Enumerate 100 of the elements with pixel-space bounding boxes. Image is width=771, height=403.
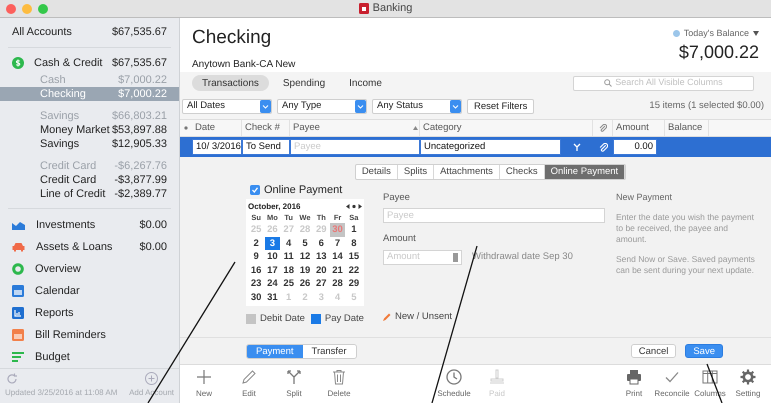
calendar-day[interactable]: 10 [265,250,280,264]
checkbox[interactable] [250,185,260,195]
toolbar-button[interactable]: New [184,368,224,400]
toolbar-button[interactable]: Edit [229,368,269,400]
calendar-day[interactable]: 23 [249,277,264,290]
sidebar-item[interactable]: Cash & Credit [34,54,112,72]
calendar-day[interactable]: 31 [265,290,280,304]
column-header[interactable]: Balance [668,120,702,136]
sidebar-item[interactable]: Bill Reminders [35,326,167,344]
calendar-day[interactable]: 14 [330,250,345,264]
calendar-day[interactable]: 2 [249,236,264,250]
calendar-day[interactable]: 24 [265,277,280,290]
plus-icon [145,372,158,385]
calendar-day[interactable]: 6 [314,236,328,250]
sidebar-item[interactable]: Budget [35,348,167,366]
calendar-icon [12,285,24,297]
mode-tab[interactable]: Transfer [302,344,356,358]
account-amount: -$6,267.76 [114,159,167,174]
sidebar-item[interactable]: All Accounts [12,24,112,40]
column-header[interactable]: Check # [245,120,280,136]
calendar-day[interactable]: 29 [346,277,361,290]
calendar-day[interactable]: 13 [314,250,328,264]
detail-tab[interactable]: Splits [398,165,434,179]
sidebar-item[interactable]: Investments [36,216,140,234]
account-amount: $0.00 [139,240,167,255]
checkbox-label[interactable]: Online Payment [264,182,342,198]
cancel-button[interactable]: Cancel [630,344,676,358]
columns-icon [702,368,718,384]
calendar-day[interactable]: 16 [249,264,264,277]
account-amount: -$2,389.77 [114,186,167,202]
sidebar-item[interactable]: Assets & Loans [36,238,140,256]
calendar-day[interactable]: 1 [346,223,361,236]
calendar-day[interactable]: 30 [249,290,264,304]
sidebar-item[interactable]: Overview [35,260,167,278]
minimize-button[interactable] [22,4,32,14]
checkmark-icon [251,186,259,194]
view-tab[interactable]: Spending [272,75,336,91]
toolbar-button[interactable]: Setting [729,368,767,400]
account-item[interactable]: Line of Credit [40,186,114,202]
calendar-day[interactable]: 27 [314,277,328,290]
trash-icon [331,368,347,384]
filter-dropdown[interactable]: Any Type [277,99,367,114]
calendar-day[interactable]: 26 [298,277,312,290]
legend-label: Debit Date [260,312,305,326]
calendar-day[interactable]: 28 [330,277,345,290]
calendar-day[interactable]: 4 [282,236,296,250]
calendar-day[interactable]: 25 [282,277,296,290]
calendar-day[interactable]: 11 [282,250,296,264]
info-icon [672,30,680,38]
detail-tab[interactable]: Online Payment [544,165,626,179]
view-tab[interactable]: Income [339,75,392,91]
account-amount: $0.00 [139,218,167,233]
toolbar-button[interactable]: Schedule [434,368,474,400]
sidebar-item[interactable]: Reports [35,304,167,322]
calendar-day[interactable]: 5 [298,236,312,250]
column-header[interactable]: Date [195,120,216,136]
calendar-day[interactable]: 7 [330,236,345,250]
paperclip-icon [598,142,608,152]
toolbar-button[interactable]: Split [274,368,314,400]
detail-tab[interactable]: Attachments [434,165,500,179]
column-header[interactable]: Payee [293,120,320,136]
calendar-day[interactable]: 9 [249,250,264,264]
check-number-field[interactable]: To Send [242,139,290,155]
stamp-icon [489,368,505,384]
calendar-day[interactable]: 20 [314,264,328,277]
close-button[interactable] [6,4,16,14]
calendar-day[interactable]: 21 [330,264,345,277]
filter-dropdown[interactable]: All Dates [182,99,272,114]
payment-status: New / Unsent [395,310,452,324]
account-amount: -$3,877.99 [114,172,167,188]
calendar-day[interactable]: 18 [282,264,296,277]
plus-icon [196,368,212,384]
amount-field[interactable]: 0.00 [613,139,657,155]
view-tab[interactable]: Transactions [192,75,269,91]
calendar-day[interactable]: 8 [346,236,361,250]
account-amount: $7,000.22 [118,86,167,102]
detail-tab[interactable]: Details [356,165,398,179]
sidebar-item[interactable]: Calendar [35,282,167,300]
column-header[interactable]: Category [423,120,462,136]
balance-amount: $7,000.22 [678,40,759,62]
calendar-day[interactable]: 15 [346,250,361,264]
date-field[interactable]: 10/ 3/2016 [192,139,242,155]
toolbar-button[interactable]: Print [615,368,653,400]
category-field[interactable]: Uncategorized [420,139,561,155]
reset-filters-button[interactable]: Reset Filters [467,99,534,114]
caret-icon [753,31,759,36]
zoom-button[interactable] [38,4,48,14]
account-title: Checking [192,27,272,49]
toolbar-button[interactable]: Reconcile [653,368,691,400]
calendar-day[interactable]: 3 [265,236,280,250]
column-header[interactable]: Amount [616,120,649,136]
filter-dropdown[interactable]: Any Status [372,99,462,114]
calendar-day[interactable]: 12 [298,250,312,264]
field-label: Amount [383,232,417,246]
toolbar-button[interactable]: Delete [319,368,359,400]
calendar-day[interactable]: 17 [265,264,280,277]
calendar-day[interactable]: 22 [346,264,361,277]
account-item[interactable]: Savings [40,136,112,152]
printer-icon [626,368,642,384]
calendar-day[interactable]: 19 [298,264,312,277]
